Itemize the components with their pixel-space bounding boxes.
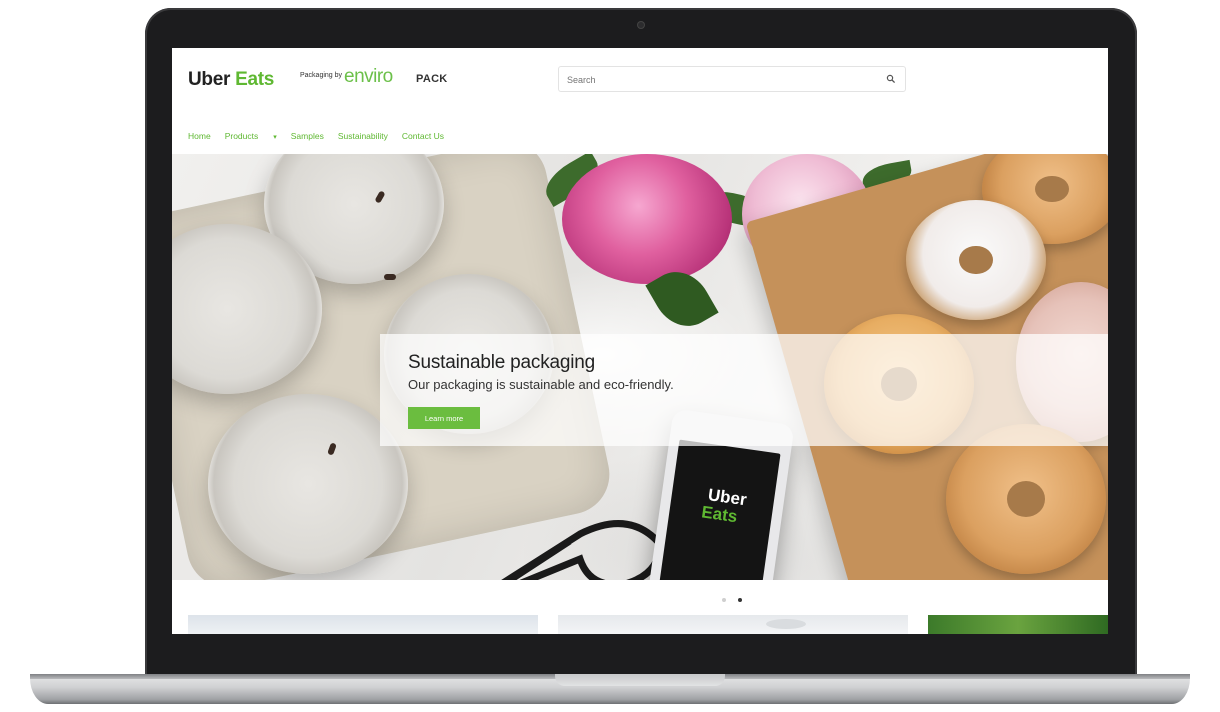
learn-more-button[interactable]: Learn more xyxy=(408,407,480,429)
feature-cards-row xyxy=(172,615,1108,634)
laptop-notch xyxy=(555,674,725,686)
camera-dot xyxy=(638,22,644,28)
hero-subtitle: Our packaging is sustainable and eco-fri… xyxy=(408,377,674,392)
hero-title: Sustainable packaging xyxy=(408,352,595,373)
eyeglasses xyxy=(501,520,664,580)
feature-card[interactable] xyxy=(188,615,538,634)
laptop-screen: Uber Eats Packaging by enviro PACK Home P… xyxy=(172,48,1108,634)
phone-eats-text: Eats xyxy=(700,502,739,527)
carousel-dot-2[interactable] xyxy=(738,598,742,602)
site-header: Uber Eats Packaging by enviro PACK Home P… xyxy=(172,48,1108,141)
nav-item-samples[interactable]: Samples xyxy=(291,131,324,141)
main-nav: Home Products ▾ Samples Sustainability Contac… xyxy=(188,126,458,141)
donut xyxy=(946,424,1106,574)
logo-eats-text: Eats xyxy=(235,69,275,90)
search-icon[interactable] xyxy=(886,74,896,84)
hero-carousel[interactable]: Uber Eats Sustainable packaging Our pack… xyxy=(172,154,1108,580)
nav-item-sustainability[interactable]: Sustainability xyxy=(338,131,388,141)
enviropack-logo-enviro: enviro xyxy=(344,66,393,87)
uber-eats-logo[interactable]: Uber Eats xyxy=(188,69,274,91)
chevron-down-icon: ▾ xyxy=(273,134,277,141)
search-input[interactable] xyxy=(565,71,869,89)
nav-item-products-label: Products xyxy=(224,131,259,141)
donut xyxy=(906,200,1046,320)
laptop-base xyxy=(30,674,1190,704)
enviropack-logo-pack: PACK xyxy=(416,73,448,85)
phone-screen: Uber Eats xyxy=(655,439,781,580)
feature-card[interactable] xyxy=(928,615,1108,634)
nav-item-home[interactable]: Home xyxy=(188,131,211,141)
feature-card[interactable] xyxy=(558,615,908,634)
coffee-cup-lid xyxy=(208,394,408,574)
search-box[interactable] xyxy=(558,66,906,92)
carousel-indicators xyxy=(722,589,754,602)
logo-uber-text: Uber xyxy=(188,69,231,90)
nav-item-contact-us[interactable]: Contact Us xyxy=(402,131,444,141)
packaging-by-text: Packaging by xyxy=(300,72,343,79)
hero-caption-panel: Sustainable packaging Our packaging is s… xyxy=(380,334,1108,446)
carousel-dot-1[interactable] xyxy=(722,598,726,602)
nav-item-products[interactable]: Products ▾ xyxy=(225,131,277,141)
